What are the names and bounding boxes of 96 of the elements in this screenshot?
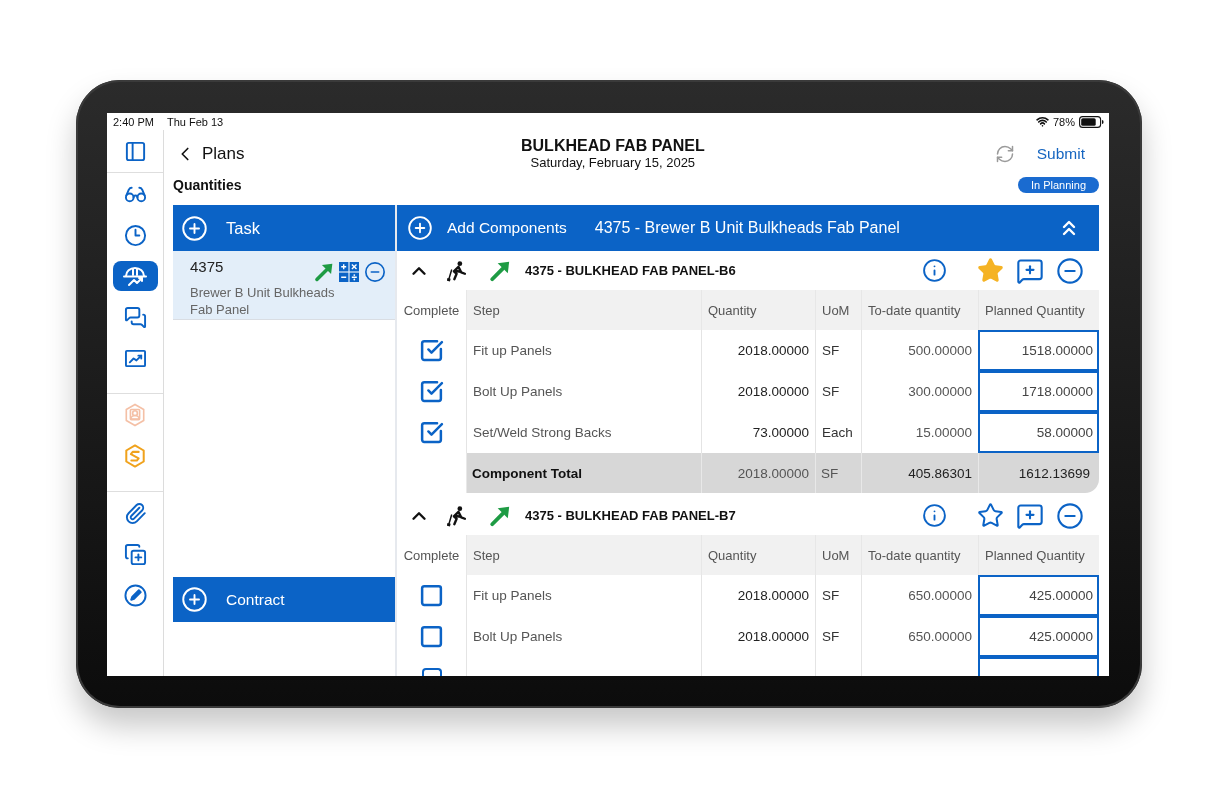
- table-cell: 2018.00000: [701, 616, 815, 657]
- pencil-icon: [123, 583, 147, 607]
- column-header: Step: [466, 535, 701, 575]
- star-icon[interactable]: [977, 257, 1004, 284]
- minus-circle-icon[interactable]: [364, 261, 386, 283]
- comment-plus-icon[interactable]: [1016, 501, 1044, 530]
- table-cell: 2018.00000: [701, 453, 815, 493]
- line-chart-icon: [123, 347, 147, 369]
- minus-circle-icon[interactable]: [1056, 256, 1084, 285]
- plus-circle-icon: [407, 215, 433, 241]
- checkbox[interactable]: [419, 338, 444, 363]
- checkbox[interactable]: [419, 624, 444, 649]
- table-cell: Bolt Up Panels: [466, 616, 701, 657]
- table-cell: 1612.13699: [978, 453, 1099, 493]
- battery-percent: 78%: [1052, 115, 1075, 128]
- diagonal-arrow-icon[interactable]: [314, 262, 334, 282]
- sidebar-button[interactable]: [112, 261, 158, 291]
- column-header: To-date quantity: [861, 290, 978, 330]
- diagonal-arrow-icon[interactable]: [489, 259, 511, 282]
- planned-quantity-field[interactable]: 1718.00000: [978, 371, 1099, 412]
- section-title: Quantities: [173, 176, 242, 194]
- hexagon-logo-icon: [124, 444, 146, 468]
- table-cell: 2018.00000: [701, 330, 815, 371]
- status-time: 2:40 PM: [113, 115, 154, 128]
- contract-label: Contract: [226, 590, 285, 609]
- comment-plus-icon[interactable]: [1016, 256, 1044, 285]
- info-icon[interactable]: [922, 258, 947, 283]
- worker-icon: [447, 504, 469, 527]
- add-components-button[interactable]: [407, 215, 433, 241]
- table-cell: 650.00000: [861, 575, 978, 616]
- diagonal-arrow-icon[interactable]: [489, 504, 511, 527]
- hexagon-person-icon: [124, 403, 146, 427]
- planned-quantity-field[interactable]: 58.00000: [978, 412, 1099, 453]
- table-cell: Bolt Up Panels: [466, 371, 701, 412]
- table-cell: 650.00000: [861, 616, 978, 657]
- chat-icon: [123, 305, 147, 329]
- task-description: Brewer B Unit Bulkheads Fab Panel: [190, 284, 336, 318]
- planned-quantity-field[interactable]: 1518.00000: [978, 330, 1099, 371]
- planned-quantity-field[interactable]: 425.00000: [978, 616, 1099, 657]
- back-button[interactable]: Plans: [173, 143, 245, 165]
- info-icon[interactable]: [922, 503, 947, 528]
- column-header: Quantity: [701, 290, 815, 330]
- components-title: 4375 - Brewer B Unit Bulkheads Fab Panel: [594, 219, 900, 237]
- column-header: To-date quantity: [861, 535, 978, 575]
- checkbox[interactable]: [419, 583, 444, 608]
- wifi-icon: [1035, 115, 1049, 128]
- checkbox[interactable]: [421, 668, 442, 676]
- battery-icon: [1079, 115, 1104, 128]
- table-cell: 2018.00000: [701, 371, 815, 412]
- clock-icon: [123, 223, 147, 247]
- table-cell: 2018.00000: [701, 575, 815, 616]
- status-date: Thu Feb 13: [166, 115, 224, 128]
- component-name: 4375 - BULKHEAD FAB PANEL-B6: [525, 263, 736, 278]
- column-header: UoM: [815, 535, 861, 575]
- sidebar-toggle-icon: [123, 139, 147, 163]
- table-cell: SF: [815, 575, 861, 616]
- page-title: BULKHEAD FAB PANEL: [521, 137, 705, 155]
- paperclip-icon: [123, 501, 147, 525]
- component-name: 4375 - BULKHEAD FAB PANEL-B7: [525, 508, 736, 523]
- submit-button[interactable]: Submit: [1036, 145, 1085, 163]
- table-cell: Fit up Panels: [466, 330, 701, 371]
- status-badge: In Planning: [1017, 177, 1099, 193]
- task-number: 4375: [190, 258, 225, 276]
- column-header: Planned Quantity: [978, 535, 1099, 575]
- calculator-icon[interactable]: [339, 262, 359, 282]
- plus-circle-icon: [181, 586, 208, 613]
- add-components-label: Add Components: [447, 219, 567, 237]
- add-task-button[interactable]: [181, 214, 208, 242]
- checkbox[interactable]: [419, 379, 444, 404]
- worker-icon: [447, 259, 469, 282]
- column-header: UoM: [815, 290, 861, 330]
- column-header: Quantity: [701, 535, 815, 575]
- task-label: Task: [226, 218, 260, 238]
- total-label: Component Total: [466, 453, 701, 493]
- add-contract-button[interactable]: [181, 586, 208, 613]
- plus-circle-icon: [181, 214, 208, 242]
- column-header: Step: [466, 290, 701, 330]
- table-cell: SF: [815, 330, 861, 371]
- page-date: Saturday, February 15, 2025: [530, 155, 696, 171]
- star-icon[interactable]: [977, 502, 1004, 529]
- table-cell: SF: [815, 371, 861, 412]
- copy-plus-icon: [123, 542, 147, 566]
- table-cell: 300.00000: [861, 371, 978, 412]
- table-cell: 500.00000: [861, 330, 978, 371]
- hard-hat-icon: [121, 264, 149, 288]
- minus-circle-icon[interactable]: [1056, 501, 1084, 530]
- planned-quantity-field[interactable]: [978, 657, 1099, 676]
- refresh-icon[interactable]: [994, 144, 1015, 164]
- table-cell: SF: [815, 616, 861, 657]
- column-header: Planned Quantity: [978, 290, 1099, 330]
- table-cell: Fit up Panels: [466, 575, 701, 616]
- table-cell: 405.86301: [861, 453, 978, 493]
- table-cell: SF: [815, 453, 861, 493]
- checkbox[interactable]: [419, 420, 444, 445]
- planned-quantity-field[interactable]: 425.00000: [978, 575, 1099, 616]
- task-item[interactable]: 4375 Brewer B Unit Bulkheads Fab Panel: [173, 251, 395, 320]
